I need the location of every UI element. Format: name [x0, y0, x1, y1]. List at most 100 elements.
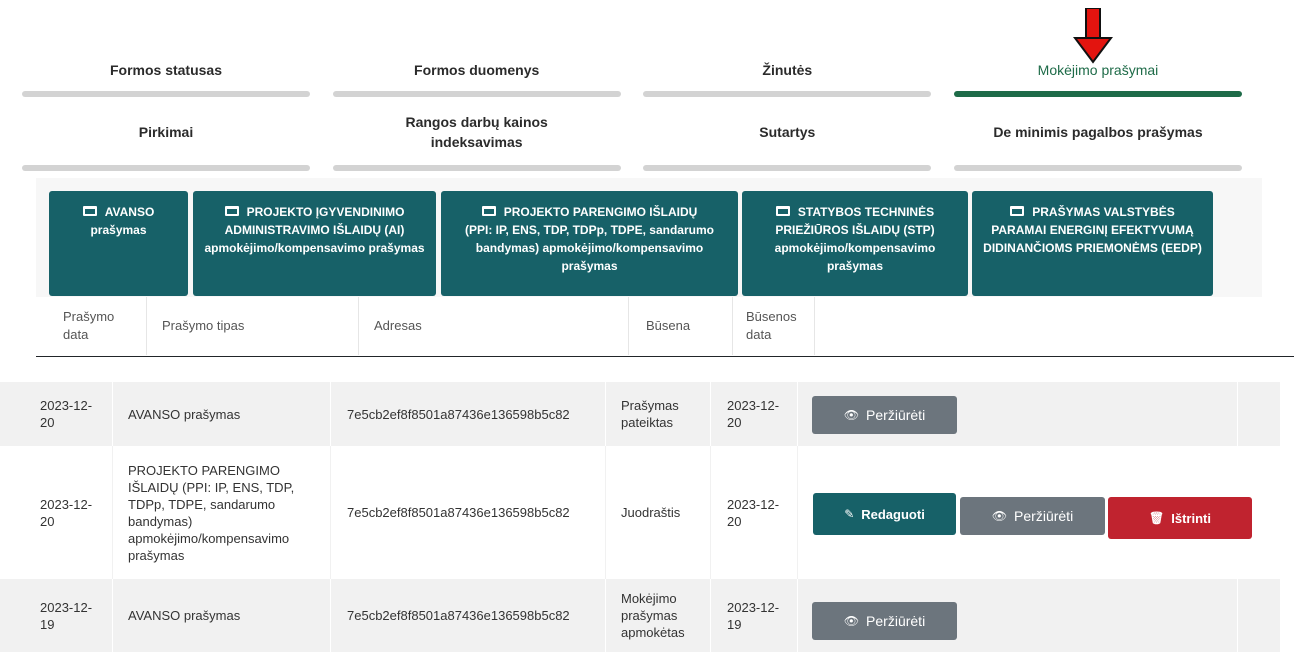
- button-subtitle: PARAMAI ENERGINĮ EFEKTYVUMĄ DIDINANČIOMS…: [983, 223, 1202, 255]
- header-status: Būsena: [646, 318, 691, 333]
- avanso-prasymas-button[interactable]: AVANSO prašymas: [49, 191, 188, 296]
- credit-card-icon: [775, 205, 790, 216]
- cell-status-date: 2023-12-19: [727, 599, 780, 632]
- tab-sutartys[interactable]: Sutartys: [643, 100, 932, 171]
- column-divider: [330, 382, 331, 446]
- cell-type: AVANSO prašymas: [128, 406, 241, 422]
- tab-label: Rangos darbų kainos indeksavimas: [405, 114, 548, 150]
- column-divider: [797, 579, 798, 652]
- view-button-label: Peržiūrėti: [1014, 508, 1074, 524]
- tab-zinutes[interactable]: Žinutės: [643, 50, 932, 100]
- tab-label: Pirkimai: [138, 124, 194, 140]
- cell-status: Prašymas pateiktas: [621, 398, 679, 430]
- column-divider: [628, 297, 629, 355]
- cell-address: 7e5cb2ef8f8501a87436e136598b5c82: [347, 608, 570, 623]
- tab-label: De minimis pagalbos prašymas: [993, 124, 1203, 140]
- tab-underline: [22, 165, 310, 171]
- button-subtitle: ADMINISTRAVIMO IŠLAIDŲ (AI) apmokėjimo/k…: [204, 223, 425, 255]
- tab-mokejimo-prasymai[interactable]: Mokėjimo prašymai: [953, 50, 1242, 100]
- column-divider: [797, 446, 798, 579]
- button-title: AVANSO: [104, 205, 155, 219]
- view-button[interactable]: 👁 Peržiūrėti: [960, 497, 1105, 535]
- delete-button[interactable]: 🗑 Ištrinti: [1108, 497, 1252, 539]
- edit-button[interactable]: ✎ Redaguoti: [813, 493, 956, 535]
- cell-address: 7e5cb2ef8f8501a87436e136598b5c82: [347, 505, 570, 520]
- eye-icon: 👁: [843, 408, 860, 422]
- table-row: 2023-12-20 PROJEKTO PARENGIMO IŠLAIDŲ (P…: [0, 446, 1280, 579]
- tab-underline: [22, 91, 310, 97]
- tab-underline: [643, 165, 932, 171]
- credit-card-icon: [224, 205, 239, 216]
- column-divider: [732, 297, 733, 355]
- table-row: 2023-12-20 AVANSO prašymas 7e5cb2ef8f850…: [0, 382, 1280, 446]
- tab-underline: [953, 165, 1242, 171]
- eye-icon: 👁: [991, 509, 1008, 523]
- edit-button-label: Redaguoti: [861, 506, 925, 522]
- header-date: Prašymo data: [63, 309, 115, 342]
- column-divider: [710, 579, 711, 652]
- cell-date: 2023-12-19: [40, 599, 93, 632]
- view-button-label: Peržiūrėti: [866, 613, 926, 629]
- column-divider: [710, 446, 711, 579]
- column-divider: [605, 446, 606, 579]
- tab-label: Formos statusas: [109, 62, 223, 78]
- credit-card-icon: [1010, 205, 1025, 216]
- cell-status: Mokėjimo prašymas apmokėtas: [621, 591, 685, 640]
- stp-prasymas-button[interactable]: STATYBOS TECHNINĖS PRIEŽIŪROS IŠLAIDŲ (S…: [742, 191, 968, 296]
- button-subtitle: prašymas: [90, 223, 147, 237]
- eedp-prasymas-button[interactable]: PRAŠYMAS VALSTYBĖS PARAMAI ENERGINĮ EFEK…: [972, 191, 1213, 296]
- cell-status-date: 2023-12-20: [727, 398, 780, 430]
- tab-de-minimis[interactable]: De minimis pagalbos prašymas: [953, 100, 1242, 171]
- trash-icon: 🗑: [1149, 511, 1165, 525]
- column-divider: [605, 382, 606, 446]
- column-divider: [710, 382, 711, 446]
- header-status-date: Būsenos data: [746, 309, 797, 342]
- credit-card-icon: [481, 205, 496, 216]
- button-title: PROJEKTO ĮGYVENDINIMO: [246, 205, 405, 219]
- tab-underline-active: [953, 91, 1242, 97]
- eye-icon: 👁: [843, 614, 860, 628]
- column-divider: [358, 297, 359, 355]
- tab-formos-duomenys[interactable]: Formos duomenys: [332, 50, 621, 100]
- tab-label: Formos duomenys: [414, 62, 540, 78]
- tab-formos-statusas[interactable]: Formos statusas: [22, 50, 310, 100]
- ppi-prasymas-button[interactable]: PROJEKTO PARENGIMO IŠLAIDŲ (PPI: IP, ENS…: [441, 191, 738, 296]
- view-button-label: Peržiūrėti: [866, 407, 926, 423]
- column-divider: [797, 382, 798, 446]
- column-divider: [146, 297, 147, 355]
- column-divider: [330, 446, 331, 579]
- column-divider: [1237, 579, 1238, 652]
- table-header: Prašymo data Prašymo tipas Adresas Būsen…: [36, 297, 1294, 357]
- cell-type: AVANSO prašymas: [128, 608, 241, 623]
- tab-rangos-darbu-kainos-indeksavimas[interactable]: Rangos darbų kainos indeksavimas: [332, 100, 621, 171]
- tab-pirkimai[interactable]: Pirkimai: [22, 100, 310, 171]
- cell-status: Juodraštis: [621, 505, 681, 520]
- tab-label: Mokėjimo prašymai: [1037, 62, 1159, 78]
- column-divider: [112, 579, 113, 652]
- button-subtitle: PRIEŽIŪROS IŠLAIDŲ (STP) apmokėjimo/komp…: [774, 223, 936, 273]
- pencil-icon: ✎: [844, 507, 855, 521]
- column-divider: [605, 579, 606, 652]
- column-divider: [112, 446, 113, 579]
- credit-card-icon: [82, 205, 97, 216]
- view-button[interactable]: 👁 Peržiūrėti: [812, 396, 957, 434]
- header-type: Prašymo tipas: [162, 318, 245, 333]
- table-row: 2023-12-19 AVANSO prašymas 7e5cb2ef8f850…: [0, 579, 1280, 652]
- delete-button-label: Ištrinti: [1171, 510, 1211, 526]
- tab-underline: [332, 91, 621, 97]
- header-address: Adresas: [374, 318, 422, 333]
- cell-type: PROJEKTO PARENGIMO IŠLAIDŲ (PPI: IP, ENS…: [128, 462, 295, 563]
- ai-prasymas-button[interactable]: PROJEKTO ĮGYVENDINIMO ADMINISTRAVIMO IŠL…: [193, 191, 436, 296]
- tab-underline: [332, 165, 621, 171]
- column-divider: [112, 382, 113, 446]
- tab-underline: [643, 91, 932, 97]
- column-divider: [814, 297, 815, 355]
- form-tabs: Formos statusas Formos duomenys Žinutės …: [22, 50, 1242, 171]
- button-title: PROJEKTO PARENGIMO IŠLAIDŲ: [503, 205, 698, 219]
- view-button[interactable]: 👁 Peržiūrėti: [812, 602, 957, 640]
- column-divider: [1237, 382, 1238, 446]
- cell-address: 7e5cb2ef8f8501a87436e136598b5c82: [347, 406, 570, 422]
- cell-date: 2023-12-20: [40, 496, 93, 529]
- cell-status-date: 2023-12-20: [727, 496, 780, 529]
- button-title: STATYBOS TECHNINĖS: [797, 205, 935, 219]
